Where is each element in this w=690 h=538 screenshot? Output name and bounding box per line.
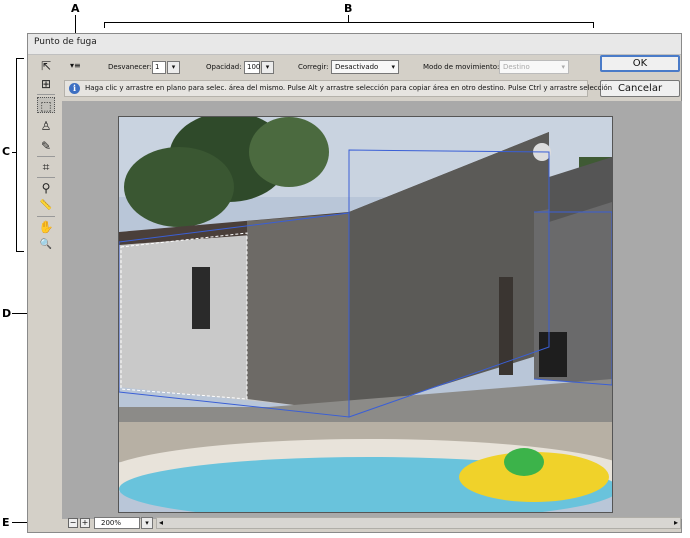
create-plane-tool-icon[interactable]: ⊞	[37, 76, 55, 92]
info-icon: i	[69, 83, 80, 94]
callout-b-bracket-right	[593, 22, 594, 28]
callout-b-bracket	[104, 22, 594, 23]
move-mode-label: Modo de movimiento:	[423, 63, 500, 71]
vanishing-point-dialog: Punto de fuga ▾≡ Desvanecer: 1 ▾ Opacida…	[27, 33, 682, 533]
heal-value: Desactivado	[335, 63, 379, 71]
hint-bar: i Haga clic y arrastre en plano para sel…	[64, 80, 612, 97]
hint-text: Haga clic y arrastre en plano para selec…	[85, 84, 613, 92]
feather-label: Desvanecer:	[108, 63, 152, 71]
zoom-out-icon[interactable]: −	[68, 518, 78, 528]
move-mode-value: Destino	[503, 63, 530, 71]
tool-options-menu-icon[interactable]: ▾≡	[70, 61, 81, 70]
callout-a: A	[71, 2, 80, 15]
feather-input[interactable]: 1	[152, 61, 166, 74]
ok-button[interactable]: OK	[600, 55, 680, 72]
horizontal-scrollbar[interactable]: ◂ ▸	[156, 517, 681, 529]
hand-tool-icon[interactable]: ✋	[37, 219, 55, 235]
opacity-dropdown-icon[interactable]: ▾	[261, 61, 274, 74]
callout-b-leader	[348, 15, 349, 22]
tool-divider	[37, 156, 55, 157]
tool-divider	[37, 94, 55, 95]
heal-label: Corregir:	[298, 63, 329, 71]
preview-image[interactable]	[118, 116, 613, 513]
callout-b-bracket-left	[104, 22, 105, 28]
dialog-title: Punto de fuga	[34, 37, 97, 47]
zoom-dropdown-icon[interactable]: ▾	[141, 517, 153, 529]
tool-palette: ⇱ ⊞ ⬚ ♙ ✎ ⌗ ⚲ 📏 ✋ 🔍	[34, 56, 58, 316]
tool-divider	[37, 216, 55, 217]
tool-divider	[37, 177, 55, 178]
measure-tool-icon[interactable]: 📏	[37, 198, 55, 214]
feather-dropdown-icon[interactable]: ▾	[167, 61, 180, 74]
edit-plane-tool-icon[interactable]: ⇱	[37, 58, 55, 74]
zoom-in-icon[interactable]: +	[80, 518, 90, 528]
scroll-left-icon[interactable]: ◂	[159, 518, 163, 527]
transform-tool-icon[interactable]: ⌗	[37, 159, 55, 175]
status-bar: − + 200% ▾ ◂ ▸	[62, 517, 682, 531]
chevron-down-icon: ▾	[391, 63, 395, 71]
stamp-tool-icon[interactable]: ♙	[37, 118, 55, 134]
scroll-right-icon[interactable]: ▸	[674, 518, 678, 527]
zoom-level-field[interactable]: 200%	[94, 517, 140, 529]
callout-c-bracket-top	[16, 58, 24, 59]
chevron-down-icon: ▾	[561, 63, 565, 71]
opacity-input[interactable]: 100	[244, 61, 260, 74]
callout-b: B	[344, 2, 353, 15]
brush-tool-icon[interactable]: ✎	[37, 138, 55, 154]
eyedropper-tool-icon[interactable]: ⚲	[37, 180, 55, 196]
heal-dropdown[interactable]: Desactivado ▾	[331, 60, 399, 74]
title-bar: Punto de fuga	[28, 34, 681, 55]
zoom-tool-icon[interactable]: 🔍	[37, 237, 55, 253]
opacity-label: Opacidad:	[206, 63, 242, 71]
move-mode-dropdown[interactable]: Destino ▾	[499, 60, 569, 74]
callout-d: D	[2, 307, 12, 320]
callout-c-bracket-bottom	[16, 251, 24, 252]
marquee-tool-icon[interactable]: ⬚	[37, 97, 55, 113]
callout-c-bracket	[16, 58, 17, 252]
callout-c: C	[2, 145, 11, 158]
callout-e: E	[2, 516, 10, 529]
